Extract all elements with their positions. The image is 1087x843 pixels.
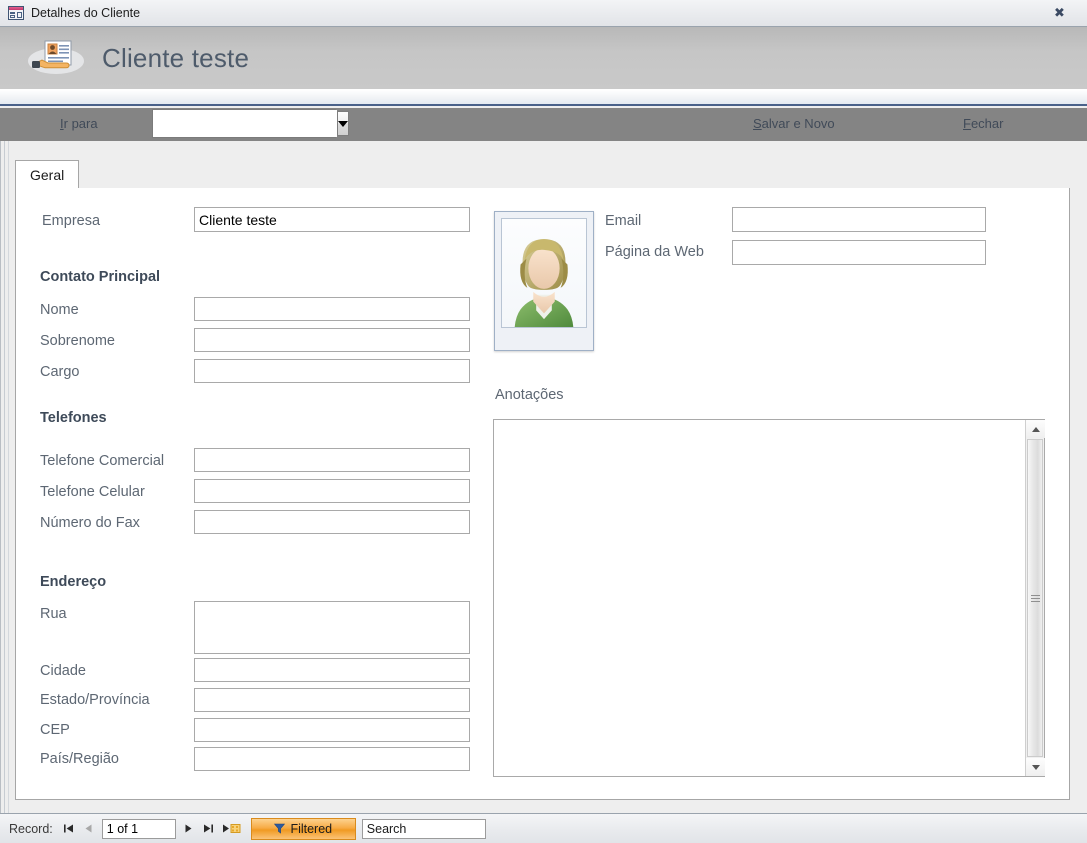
person-placeholder-photo (501, 218, 587, 328)
heading-contato-principal: Contato Principal (40, 269, 161, 285)
telefone-comercial-input[interactable] (194, 448, 470, 472)
filtered-status-button[interactable]: Filtered (250, 817, 356, 840)
email-input[interactable] (732, 207, 986, 232)
label-estado-provincia: Estado/Província (40, 692, 150, 708)
window-titlebar: Detalhes do Cliente ✖ (0, 0, 1087, 27)
label-telefone-comercial: Telefone Comercial (40, 453, 165, 469)
rua-input[interactable] (194, 601, 470, 654)
first-record-icon[interactable] (59, 818, 79, 840)
save-and-new-button[interactable]: Salvar e Novo (753, 116, 835, 131)
label-email: Email (605, 213, 642, 229)
numero-fax-input[interactable] (194, 510, 470, 534)
label-sobrenome: Sobrenome (40, 333, 115, 349)
sobrenome-input[interactable] (194, 328, 470, 352)
scrollbar-grip-icon (1030, 593, 1040, 604)
tab-strip: Geral (15, 160, 1070, 189)
search-input[interactable]: Search (361, 818, 486, 839)
record-label: Record: (9, 821, 53, 836)
new-record-icon[interactable] (219, 818, 245, 840)
cidade-input[interactable] (194, 658, 470, 682)
tab-geral[interactable]: Geral (15, 160, 80, 189)
next-record-icon[interactable] (179, 818, 199, 840)
contact-card-hand-icon (26, 37, 86, 79)
page-title: Cliente teste (102, 42, 250, 73)
notes-scrollbar[interactable] (1025, 420, 1045, 776)
goto-input[interactable] (153, 110, 337, 137)
banner-accent-strip (0, 90, 1087, 106)
chevron-down-icon[interactable] (337, 111, 349, 136)
nome-input[interactable] (194, 297, 470, 321)
label-empresa: Empresa (42, 213, 101, 229)
access-form-icon (8, 6, 24, 20)
scroll-up-icon[interactable] (1026, 420, 1045, 438)
last-record-icon[interactable] (199, 818, 219, 840)
goto-combobox[interactable] (152, 109, 349, 138)
label-cargo: Cargo (40, 364, 80, 380)
record-position-input[interactable]: 1 of 1 (101, 818, 176, 839)
frame-edge-3 (8, 141, 9, 813)
anotacoes-box (493, 419, 1045, 777)
label-nome: Nome (40, 302, 79, 318)
frame-edge-1 (0, 141, 1, 813)
label-cidade: Cidade (40, 663, 86, 679)
empresa-input[interactable] (194, 207, 470, 232)
funnel-icon (274, 823, 286, 834)
label-pais-regiao: País/Região (40, 751, 119, 767)
close-icon[interactable]: ✖ (1038, 1, 1081, 25)
scrollbar-thumb[interactable] (1027, 439, 1043, 757)
cargo-input[interactable] (194, 359, 470, 383)
heading-telefones: Telefones (40, 410, 107, 426)
scroll-down-icon[interactable] (1026, 758, 1045, 776)
estado-provincia-input[interactable] (194, 688, 470, 712)
form-header-banner: Cliente teste (0, 27, 1087, 90)
filtered-label: Filtered (290, 821, 333, 836)
heading-endereco: Endereço (40, 574, 107, 590)
label-numero-fax: Número do Fax (40, 515, 140, 531)
window-title: Detalhes do Cliente (31, 6, 141, 20)
label-pagina-web: Página da Web (605, 244, 704, 260)
anotacoes-input[interactable] (494, 420, 1025, 776)
label-telefone-celular: Telefone Celular (40, 484, 145, 500)
access-client-details-form: Detalhes do Cliente ✖ Cliente teste Ir p… (0, 0, 1087, 843)
frame-edge-2 (4, 141, 5, 813)
previous-record-icon[interactable] (79, 818, 99, 840)
goto-label: Ir para (60, 116, 98, 131)
telefone-celular-input[interactable] (194, 479, 470, 503)
label-rua: Rua (40, 606, 67, 622)
pagina-web-input[interactable] (732, 240, 986, 265)
record-navigation-bar: Record: 1 of 1 Filtered Search (0, 813, 1087, 843)
pais-regiao-input[interactable] (194, 747, 470, 771)
cep-input[interactable] (194, 718, 470, 742)
avatar[interactable] (494, 211, 594, 351)
close-form-button[interactable]: Fechar (963, 116, 1003, 131)
label-anotacoes: Anotações (495, 387, 564, 403)
label-cep: CEP (40, 722, 70, 738)
